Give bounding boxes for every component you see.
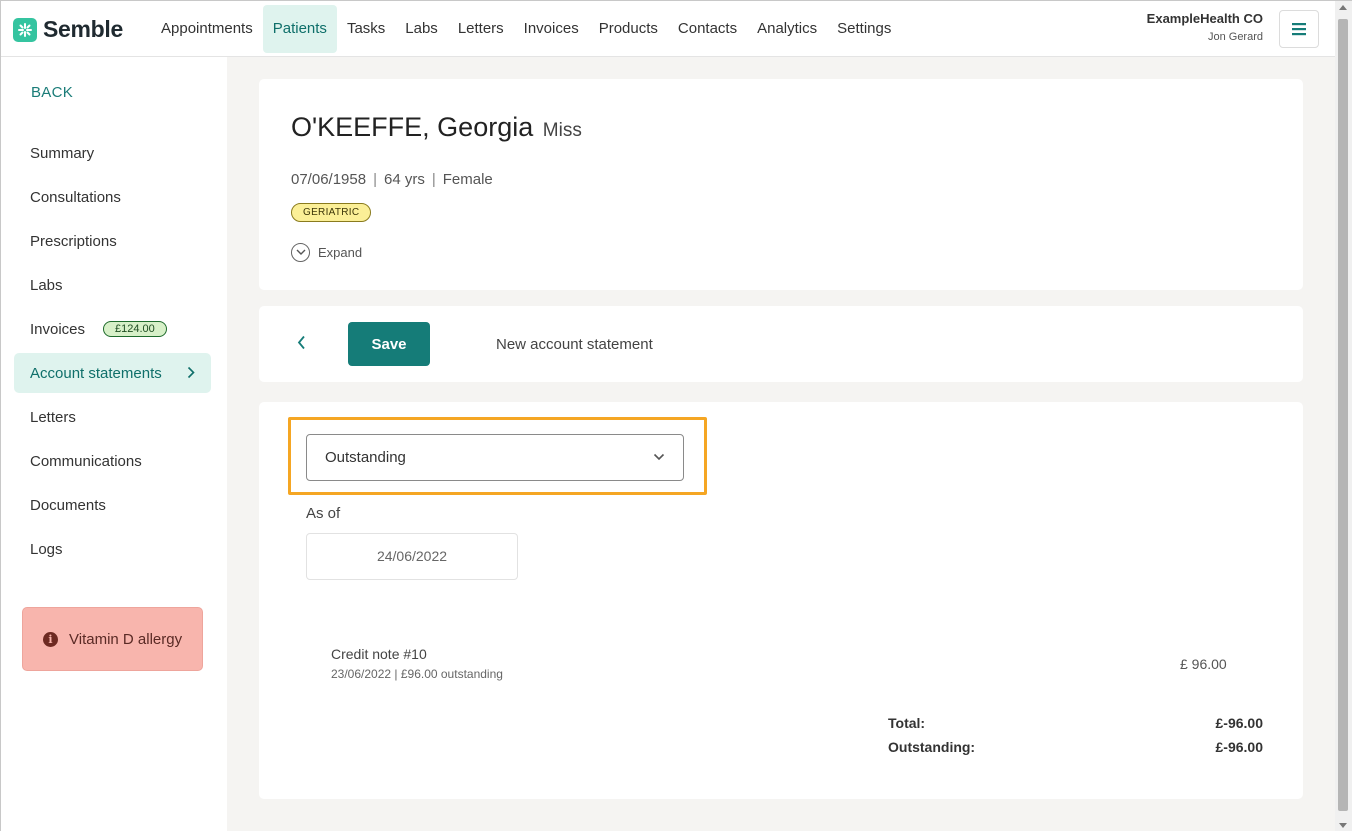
sidebar-item-letters[interactable]: Letters (14, 397, 211, 437)
sidebar-menu: Summary Consultations Prescriptions Labs… (14, 133, 211, 573)
sidebar-item-label: Documents (30, 496, 106, 514)
credit-note-amount: £ 96.00 (1180, 656, 1227, 672)
back-link[interactable]: BACK (31, 84, 73, 101)
nav-tasks[interactable]: Tasks (337, 5, 395, 53)
chevron-right-icon (187, 366, 195, 379)
allergy-alert-text: Vitamin D allergy (69, 630, 183, 648)
nav-settings[interactable]: Settings (827, 5, 901, 53)
patient-sidebar: BACK Summary Consultations Prescriptions… (1, 57, 227, 831)
total-value: £-96.00 (1215, 715, 1263, 731)
sidebar-item-communications[interactable]: Communications (14, 441, 211, 481)
nav-contacts[interactable]: Contacts (668, 5, 747, 53)
sidebar-item-invoices[interactable]: Invoices £124.00 (14, 309, 211, 349)
expand-label: Expand (318, 245, 363, 260)
credit-note-details: 23/06/2022 | £96.00 outstanding (331, 667, 503, 681)
invoices-amount-badge: £124.00 (103, 321, 167, 337)
back-button[interactable] (297, 335, 306, 355)
sidebar-item-consultations[interactable]: Consultations (14, 177, 211, 217)
credit-note-title: Credit note #10 (331, 646, 427, 662)
logo-text: Semble (43, 16, 124, 42)
patient-tag-badge: GERIATRIC (291, 203, 372, 222)
chevron-left-icon (297, 335, 305, 350)
patient-full-name: O'KEEFFE, Georgia (291, 112, 534, 142)
user-name: Jon Gerard (1207, 31, 1263, 43)
sidebar-item-label: Summary (30, 144, 95, 162)
statement-type-value: Outstanding (325, 449, 406, 466)
statement-page-title: New account statement (496, 336, 653, 353)
hamburger-menu-button[interactable] (1279, 10, 1319, 48)
expand-button[interactable]: Expand (291, 243, 362, 262)
chevron-down-circle-icon (291, 243, 310, 262)
hamburger-icon (1292, 23, 1306, 36)
sidebar-item-label: Labs (30, 276, 63, 294)
sidebar-item-labs[interactable]: Labs (14, 265, 211, 305)
sidebar-item-label: Letters (30, 408, 76, 426)
semble-logo-icon (13, 17, 37, 42)
allergy-alert[interactable]: i Vitamin D allergy (22, 607, 203, 671)
patient-meta: 07/06/1958 | 64 yrs | Female (291, 171, 493, 188)
nav-labs[interactable]: Labs (395, 5, 448, 53)
nav-letters[interactable]: Letters (448, 5, 514, 53)
nav-analytics[interactable]: Analytics (747, 5, 827, 53)
semble-logo[interactable]: Semble (13, 16, 123, 43)
info-icon: i (43, 631, 58, 647)
as-of-date-input[interactable]: 24/06/2022 (306, 533, 518, 580)
nav-appointments[interactable]: Appointments (151, 5, 263, 53)
patient-title: Miss (542, 120, 582, 141)
page-scrollbar[interactable] (1335, 1, 1352, 831)
patient-age: 64 yrs (383, 171, 425, 188)
nav-products[interactable]: Products (589, 5, 668, 53)
as-of-label: As of (306, 505, 341, 522)
nav-invoices[interactable]: Invoices (514, 5, 589, 53)
total-label: Total: (888, 715, 926, 731)
sidebar-item-documents[interactable]: Documents (14, 485, 211, 525)
scroll-up-icon[interactable] (1339, 5, 1347, 10)
sidebar-item-logs[interactable]: Logs (14, 529, 211, 569)
organization-name: ExampleHealth CO (1146, 11, 1263, 26)
sidebar-item-summary[interactable]: Summary (14, 133, 211, 173)
patient-sex: Female (442, 171, 493, 188)
sidebar-item-account-statements[interactable]: Account statements (14, 353, 211, 393)
chevron-down-icon (653, 453, 665, 461)
statement-toolbar-card: Save New account statement (259, 306, 1303, 382)
main-content: O'KEEFFE, Georgia Miss 07/06/1958 | 64 yrs… (227, 57, 1335, 831)
scroll-down-icon[interactable] (1339, 823, 1347, 828)
sidebar-item-label: Logs (30, 540, 63, 558)
sidebar-item-label: Account statements (30, 364, 162, 382)
main-nav: Appointments Patients Tasks Labs Letters… (151, 5, 901, 53)
statement-type-select[interactable]: Outstanding (306, 434, 684, 481)
sidebar-item-label: Prescriptions (30, 232, 117, 250)
sidebar-item-label: Communications (30, 452, 142, 470)
sidebar-item-label: Invoices (30, 320, 86, 338)
patient-header-card: O'KEEFFE, Georgia Miss 07/06/1958 | 64 yrs… (259, 79, 1303, 290)
statement-form-card: Outstanding As of 24/06/2022 Credit note… (259, 402, 1303, 799)
top-navigation-bar: Semble Appointments Patients Tasks Labs … (1, 1, 1335, 57)
outstanding-value: £-96.00 (1215, 739, 1263, 755)
sidebar-item-label: Consultations (30, 188, 121, 206)
patient-name: O'KEEFFE, Georgia Miss (291, 112, 582, 143)
nav-patients[interactable]: Patients (262, 5, 337, 53)
save-button[interactable]: Save (348, 322, 430, 366)
sidebar-item-prescriptions[interactable]: Prescriptions (14, 221, 211, 261)
patient-dob: 07/06/1958 (291, 171, 367, 188)
outstanding-label: Outstanding: (888, 739, 976, 755)
scrollbar-thumb[interactable] (1338, 19, 1348, 811)
account-info: ExampleHealth CO Jon Gerard (1147, 11, 1263, 43)
